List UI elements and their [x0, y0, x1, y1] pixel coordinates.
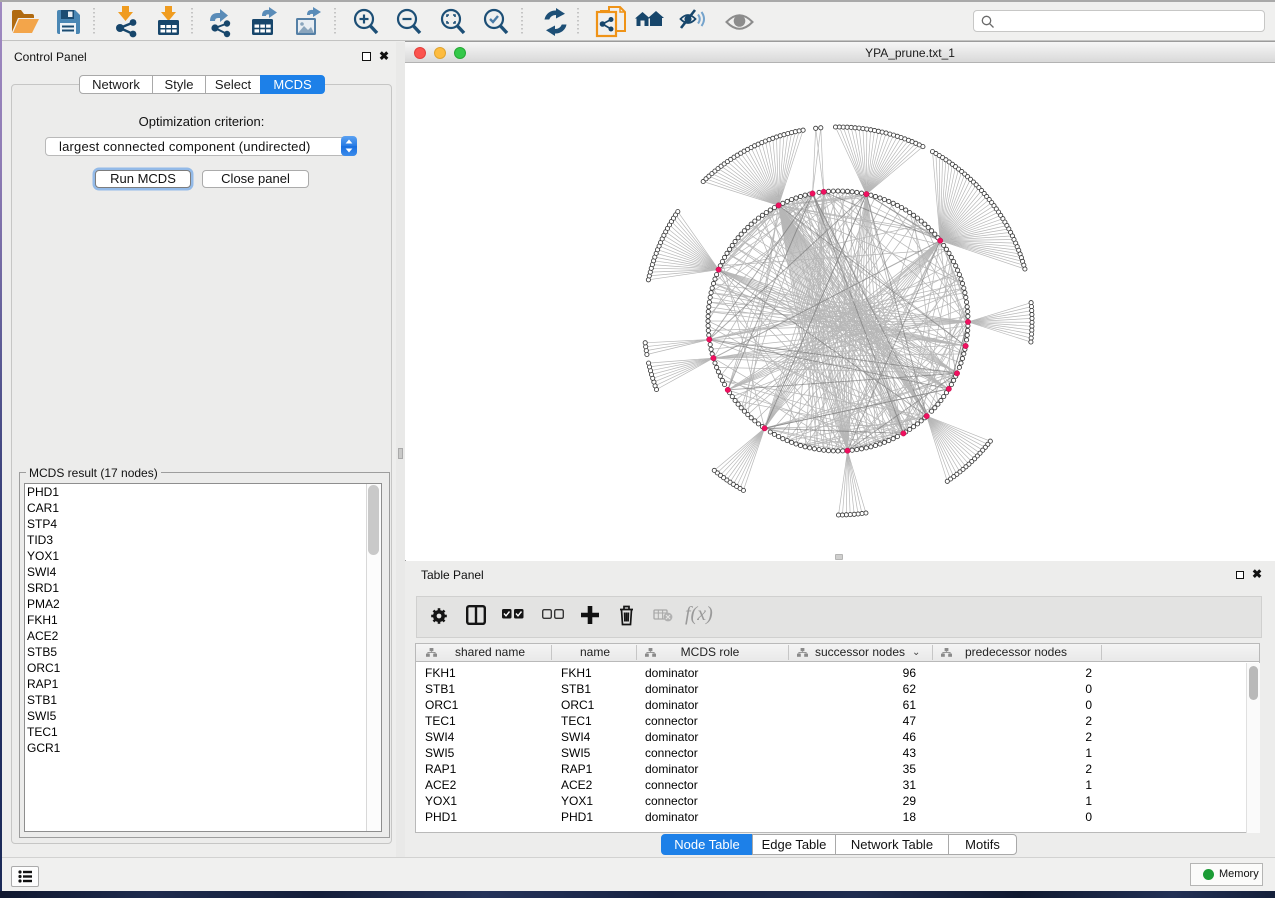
svg-text:f(x): f(x) — [685, 603, 713, 625]
